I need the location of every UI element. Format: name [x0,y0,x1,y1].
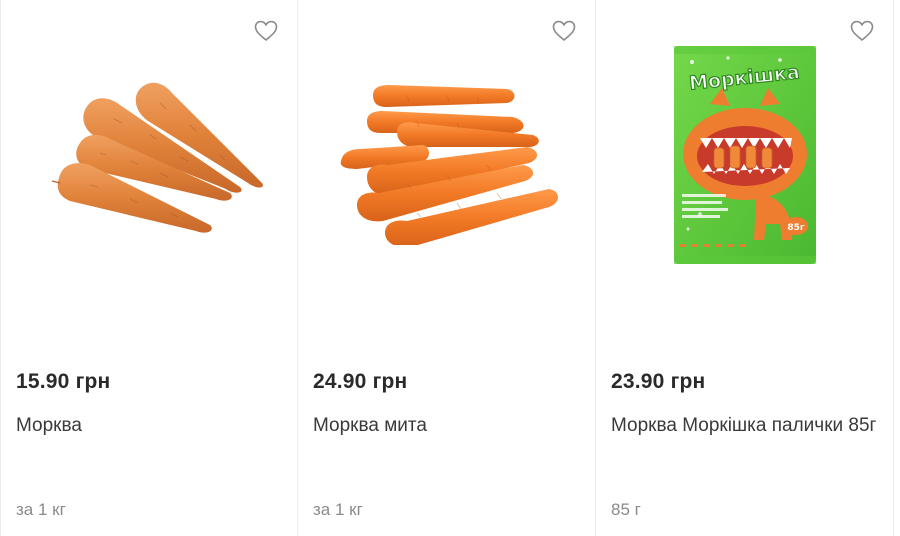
carrot-sticks-package-image: Моркішка 85г [674,46,816,264]
product-price: 15.90 грн [16,370,111,393]
product-name[interactable]: Морква [16,412,291,440]
product-name[interactable]: Морква Моркішка палички 85г [611,412,886,440]
product-unit: за 1 кг [16,500,66,519]
product-unit: 85 г [611,500,641,519]
heart-outline-icon [850,20,874,42]
product-unit: за 1 кг [313,500,363,519]
product-name[interactable]: Морква мита [313,412,588,440]
product-card[interactable]: 24.90 грн Морква мита за 1 кг [298,0,596,536]
product-image[interactable]: Моркішка 85г [616,40,874,270]
heart-outline-icon [552,20,576,42]
product-card[interactable]: Моркішка 85г 23.90 грн Морква Моркішка п… [596,0,894,536]
product-price: 24.90 грн [313,370,408,393]
product-card[interactable]: 15.90 грн Морква за 1 кг [0,0,298,536]
product-price: 23.90 грн [611,370,706,393]
svg-text:85г: 85г [787,223,805,233]
product-image[interactable] [318,40,576,270]
product-image[interactable] [21,40,279,270]
loose-carrots-image [51,82,263,233]
heart-outline-icon [254,20,278,42]
washed-carrots-image [340,85,558,245]
product-grid: 15.90 грн Морква за 1 кг 24.90 грн Моркв… [0,0,900,536]
